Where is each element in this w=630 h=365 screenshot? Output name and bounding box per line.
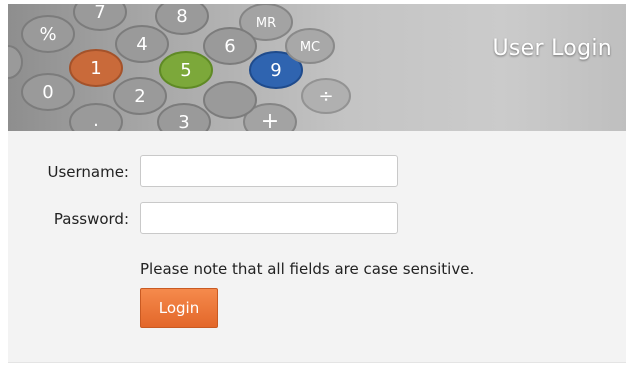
key-two-label: 2 [134, 86, 145, 107]
key-five-label: 5 [180, 60, 191, 81]
key-nine-label: 9 [270, 60, 281, 81]
key-one-label: 1 [90, 58, 101, 79]
username-input[interactable] [140, 155, 398, 187]
password-label: Password: [53, 210, 129, 228]
key-two-icon: 2 [113, 77, 167, 115]
key-six-icon: 6 [203, 27, 257, 65]
password-row: Password: [8, 202, 626, 236]
case-sensitive-note: Please note that all fields are case sen… [140, 260, 475, 278]
key-one-icon: 1 [69, 49, 123, 87]
key-plus-label: + [261, 109, 279, 131]
key-four-label: 4 [136, 34, 147, 55]
key-mc-icon: MC [285, 28, 335, 64]
key-four-icon: 4 [115, 25, 169, 63]
key-eight-icon: 8 [155, 4, 209, 35]
username-row: Username: [8, 155, 626, 189]
login-panel: % 7 8 MR 4 5 6 9 MC 0 1 2 ÷ 3 + . User L… [8, 4, 626, 363]
key-divide-label: ÷ [318, 86, 333, 107]
key-eight-label: 8 [176, 6, 187, 27]
key-divide-icon: ÷ [301, 78, 351, 114]
username-label: Username: [47, 163, 129, 181]
key-percent-label: % [39, 24, 56, 45]
key-mr-label: MR [256, 16, 276, 31]
key-dot-label: . [93, 110, 99, 131]
key-zero-label: 0 [42, 82, 53, 103]
calculator-keypad-image: % 7 8 MR 4 5 6 9 MC 0 1 2 ÷ 3 + . [8, 4, 351, 131]
banner-title: User Login [492, 36, 612, 61]
calculator-banner: % 7 8 MR 4 5 6 9 MC 0 1 2 ÷ 3 + . User L… [8, 4, 626, 131]
login-button[interactable]: Login [140, 288, 218, 328]
key-dot-icon: . [69, 103, 123, 131]
key-zero-icon: 0 [21, 73, 75, 111]
key-six-label: 6 [224, 36, 235, 57]
key-mc-label: MC [300, 40, 320, 55]
key-three-icon: 3 [157, 103, 211, 131]
key-percent-icon: % [21, 15, 75, 53]
key-seven-label: 7 [94, 4, 105, 23]
password-input[interactable] [140, 202, 398, 234]
key-five-icon: 5 [159, 51, 213, 89]
key-three-label: 3 [178, 112, 189, 131]
key-seven-icon: 7 [73, 4, 127, 31]
